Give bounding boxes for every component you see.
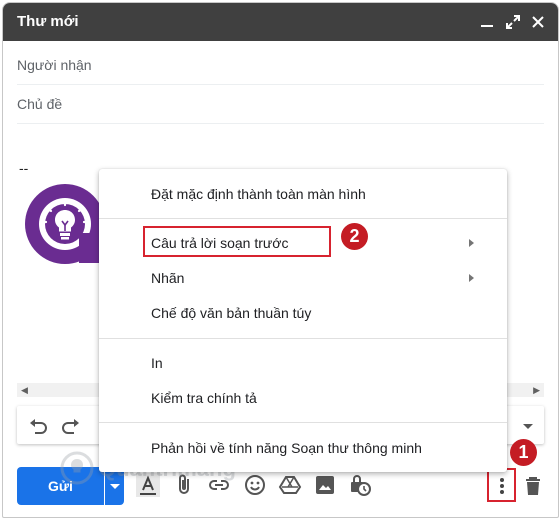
text-format-icon[interactable] xyxy=(136,473,160,497)
close-icon[interactable] xyxy=(528,12,548,32)
menu-item-spell-check[interactable]: Kiểm tra chính tả xyxy=(99,382,507,414)
step-badge-1: 1 xyxy=(510,439,537,466)
menu-item-label: Phản hồi về tính năng Soạn thư thông min… xyxy=(151,440,422,456)
submenu-arrow-icon xyxy=(469,239,474,247)
send-button[interactable]: Gửi xyxy=(17,467,104,505)
link-icon[interactable] xyxy=(207,473,231,497)
signature-logo xyxy=(25,184,105,264)
menu-item-plain-text-mode[interactable]: Chế độ văn bản thuần túy xyxy=(99,297,507,329)
compose-titlebar[interactable]: Thư mới xyxy=(3,3,558,41)
recipients-field[interactable]: Người nhận xyxy=(17,45,544,85)
subject-field[interactable]: Chủ đề xyxy=(17,84,544,124)
step-badge-2: 2 xyxy=(341,223,368,250)
scroll-left-icon[interactable]: ◀ xyxy=(21,385,28,396)
menu-item-fullscreen-default[interactable]: Đặt mặc định thành toàn màn hình xyxy=(99,178,507,210)
menu-item-label: In xyxy=(151,355,163,371)
menu-divider xyxy=(99,338,507,339)
photo-icon[interactable] xyxy=(313,473,337,497)
menu-divider xyxy=(99,422,507,423)
minimize-icon[interactable] xyxy=(477,12,497,32)
scroll-right-icon[interactable]: ▶ xyxy=(533,385,540,396)
expand-icon[interactable] xyxy=(503,12,523,32)
trash-icon[interactable] xyxy=(521,474,545,498)
redo-icon[interactable] xyxy=(60,415,82,437)
more-options-menu: Đặt mặc định thành toàn màn hình Câu trả… xyxy=(99,169,507,472)
signature-dash: -- xyxy=(19,160,29,176)
menu-item-label: Đặt mặc định thành toàn màn hình xyxy=(151,186,366,202)
recipients-placeholder: Người nhận xyxy=(17,57,92,73)
subject-placeholder: Chủ đề xyxy=(17,96,63,112)
emoji-icon[interactable] xyxy=(243,473,267,497)
drive-icon[interactable] xyxy=(278,473,302,497)
more-options-button[interactable] xyxy=(487,468,516,502)
menu-item-label: Nhãn xyxy=(151,270,185,286)
highlight-box-canned-responses xyxy=(143,226,331,257)
more-formatting-icon[interactable] xyxy=(517,415,539,437)
submenu-arrow-icon xyxy=(469,274,474,282)
schedule-lock-icon[interactable] xyxy=(348,473,372,497)
menu-item-smart-compose-feedback[interactable]: Phản hồi về tính năng Soạn thư thông min… xyxy=(99,432,507,464)
send-options-button[interactable] xyxy=(105,467,124,505)
menu-item-label: Chế độ văn bản thuần túy xyxy=(151,305,312,321)
menu-item-labels[interactable]: Nhãn xyxy=(99,262,507,294)
compose-title: Thư mới xyxy=(17,13,79,30)
menu-item-print[interactable]: In xyxy=(99,347,507,379)
menu-divider xyxy=(99,218,507,219)
undo-icon[interactable] xyxy=(27,415,49,437)
attach-icon[interactable] xyxy=(172,473,196,497)
menu-item-label: Kiểm tra chính tả xyxy=(151,390,257,406)
